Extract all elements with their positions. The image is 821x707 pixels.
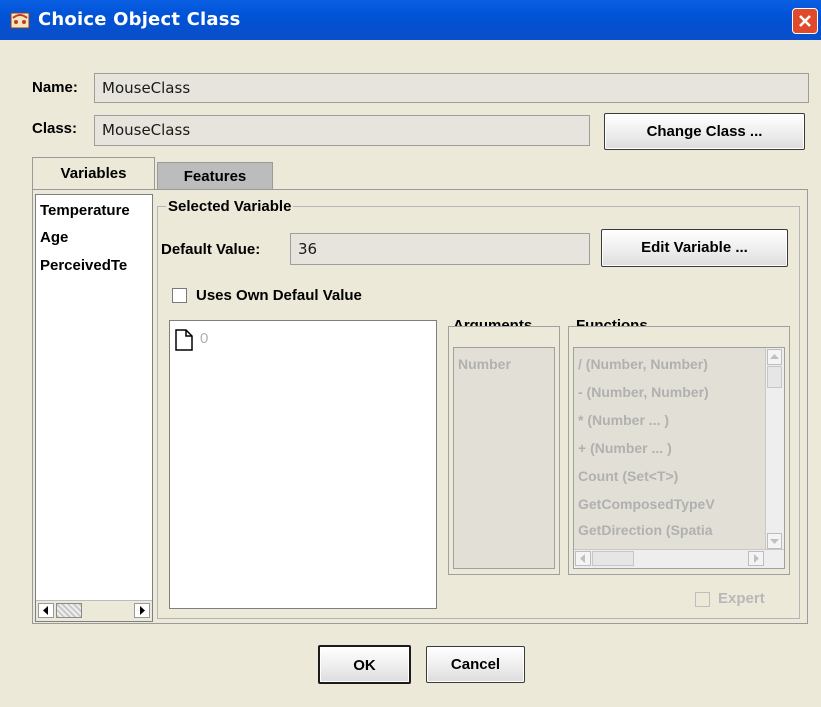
default-value-label: Default Value: bbox=[161, 241, 261, 258]
variable-item-age[interactable]: Age bbox=[40, 229, 68, 246]
functions-hscrollbar[interactable] bbox=[574, 549, 784, 568]
scroll-left-button[interactable] bbox=[575, 551, 591, 566]
arrow-left-icon bbox=[580, 554, 585, 563]
uses-own-default-checkbox[interactable] bbox=[172, 288, 187, 303]
functions-list[interactable]: / (Number, Number) - (Number, Number) * … bbox=[573, 347, 785, 569]
scroll-thumb[interactable] bbox=[767, 366, 782, 388]
variables-hscrollbar[interactable] bbox=[36, 600, 152, 621]
app-icon bbox=[10, 10, 30, 30]
scroll-up-button[interactable] bbox=[767, 349, 782, 365]
scroll-right-button[interactable] bbox=[134, 603, 150, 618]
argument-item[interactable]: Number bbox=[458, 356, 511, 372]
variable-item-perceived[interactable]: PerceivedTe bbox=[40, 257, 127, 274]
close-icon bbox=[799, 15, 811, 27]
arguments-list[interactable]: Number bbox=[453, 347, 555, 569]
ok-button[interactable]: OK bbox=[318, 645, 411, 684]
arguments-group: Number bbox=[448, 326, 560, 575]
variables-list[interactable]: Temperature Age PerceivedTe bbox=[35, 194, 153, 622]
expression-tree[interactable]: 0 bbox=[169, 320, 437, 609]
functions-group: / (Number, Number) - (Number, Number) * … bbox=[568, 326, 790, 575]
function-item[interactable]: + (Number ... ) bbox=[578, 440, 672, 456]
functions-vscrollbar[interactable] bbox=[765, 348, 784, 550]
function-item[interactable]: * (Number ... ) bbox=[578, 412, 669, 428]
name-field[interactable]: MouseClass bbox=[94, 73, 809, 103]
title-bar[interactable]: Choice Object Class bbox=[0, 0, 821, 40]
arrow-right-icon bbox=[754, 554, 759, 563]
default-value-field[interactable]: 36 bbox=[290, 233, 590, 265]
tab-variables[interactable]: Variables bbox=[32, 157, 155, 190]
arrow-right-icon bbox=[140, 606, 145, 615]
function-item[interactable]: / (Number, Number) bbox=[578, 356, 708, 372]
change-class-button[interactable]: Change Class ... bbox=[604, 113, 805, 150]
function-item[interactable]: Count (Set<T>) bbox=[578, 468, 678, 484]
dialog-window: Choice Object Class Name: MouseClass Cla… bbox=[0, 0, 821, 707]
selected-variable-title: Selected Variable bbox=[166, 198, 294, 215]
expert-label: Expert bbox=[718, 590, 765, 607]
tab-features[interactable]: Features bbox=[157, 162, 273, 190]
expert-checkbox[interactable] bbox=[695, 592, 710, 607]
class-label: Class: bbox=[32, 120, 78, 137]
arrow-left-icon bbox=[43, 606, 48, 615]
class-field[interactable]: MouseClass bbox=[94, 115, 590, 146]
scroll-thumb[interactable] bbox=[56, 603, 82, 618]
function-item[interactable]: - (Number, Number) bbox=[578, 384, 709, 400]
tree-node-label[interactable]: 0 bbox=[200, 330, 208, 347]
scroll-left-button[interactable] bbox=[38, 603, 54, 618]
scroll-down-button[interactable] bbox=[767, 533, 782, 549]
arrow-down-icon bbox=[770, 539, 779, 544]
cancel-button[interactable]: Cancel bbox=[426, 646, 525, 683]
scroll-right-button[interactable] bbox=[748, 551, 764, 566]
arrow-up-icon bbox=[770, 354, 779, 359]
function-item[interactable]: GetDirection (Spatia bbox=[578, 522, 713, 538]
document-icon bbox=[175, 329, 193, 356]
edit-variable-button[interactable]: Edit Variable ... bbox=[601, 229, 788, 267]
window-title: Choice Object Class bbox=[38, 9, 241, 30]
close-button[interactable] bbox=[792, 8, 818, 34]
name-label: Name: bbox=[32, 79, 78, 96]
scroll-thumb[interactable] bbox=[592, 551, 634, 566]
variable-item-temperature[interactable]: Temperature bbox=[40, 202, 130, 219]
function-item[interactable]: GetComposedTypeV bbox=[578, 496, 715, 512]
uses-own-default-label: Uses Own Defaul Value bbox=[196, 287, 362, 304]
